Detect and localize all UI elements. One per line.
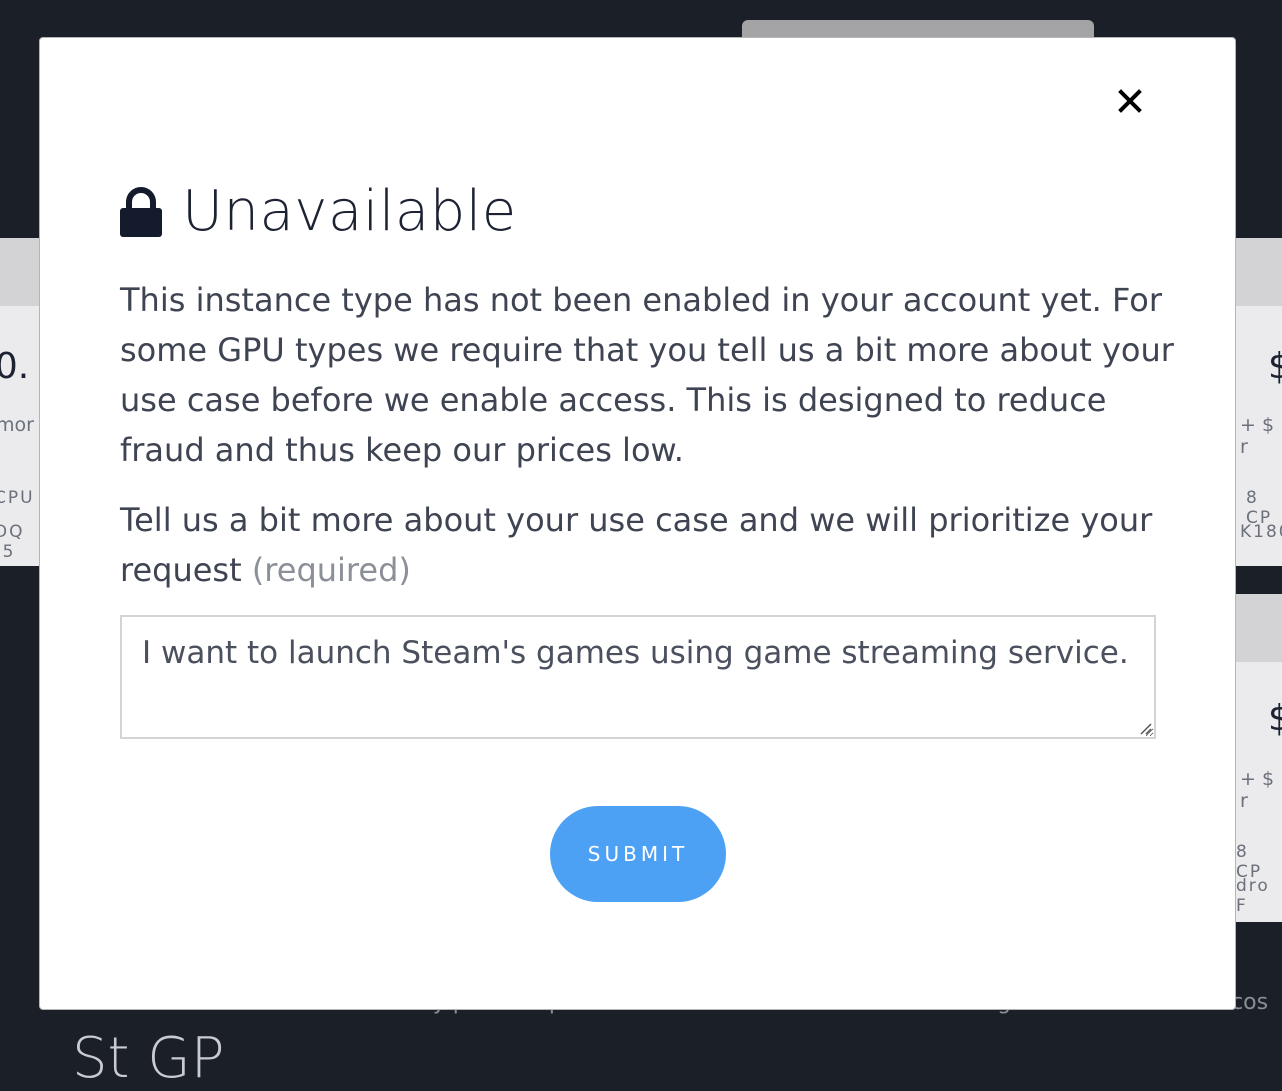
pricing-card-right-1: $ + $ r 8 CP K180	[1236, 238, 1282, 566]
pricing-card-spec: K180	[1240, 522, 1282, 542]
usecase-textarea[interactable]: I want to launch Steam's games using gam…	[120, 615, 1156, 739]
pricing-card-subtext: mor	[0, 414, 34, 436]
pricing-card-price: $0.	[0, 346, 30, 387]
pricing-card-header	[1236, 594, 1282, 662]
section-heading: St GP	[72, 1026, 225, 1091]
modal-description: This instance type has not been enabled …	[120, 281, 1174, 469]
usecase-prompt: Tell us a bit more about your use case a…	[120, 495, 1180, 595]
unavailable-modal: Unavailable This instance type has not b…	[39, 37, 1236, 1010]
close-icon	[1118, 89, 1142, 113]
modal-title: Unavailable	[182, 179, 517, 244]
pricing-card-spec: dro F	[1236, 876, 1270, 916]
pricing-card-price: $	[1268, 346, 1282, 387]
pricing-card-price: $	[1268, 698, 1282, 739]
submit-button[interactable]: SUBMIT	[550, 806, 726, 902]
pricing-card-header	[1236, 238, 1282, 306]
pricing-card-spec: CPU	[0, 488, 35, 508]
pricing-card-left: $0. mor CPU DQ (5	[0, 238, 40, 566]
modal-header: Unavailable	[120, 180, 517, 244]
required-note: (required)	[251, 551, 411, 589]
pricing-card-subtext: + $ r	[1240, 768, 1275, 812]
close-button[interactable]	[1108, 82, 1152, 120]
pricing-card-subtext: + $ r	[1240, 414, 1275, 458]
pricing-card-header	[0, 238, 40, 306]
pricing-card-right-2: $ + $ r 8 CP dro F	[1236, 594, 1282, 922]
lock-icon	[120, 187, 162, 237]
pricing-card-spec: DQ (5	[0, 522, 25, 562]
